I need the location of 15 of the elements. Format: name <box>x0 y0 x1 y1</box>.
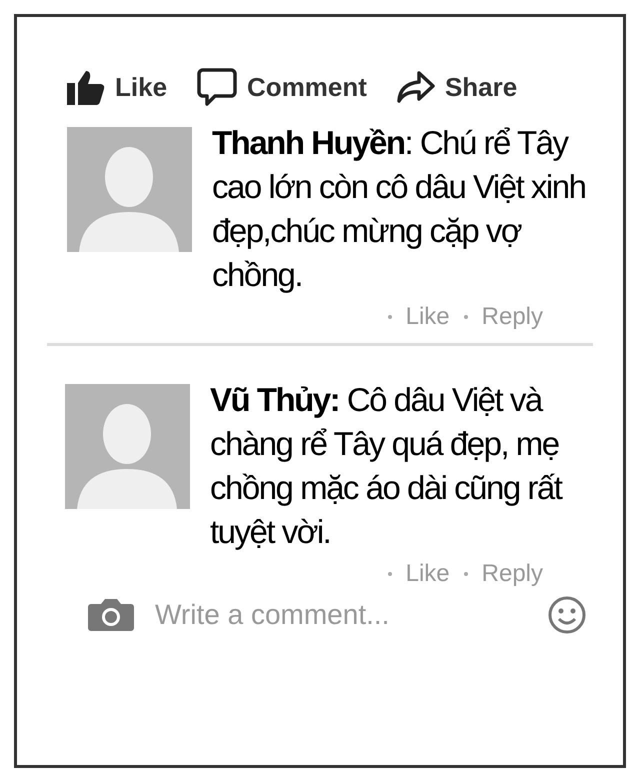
comment-input[interactable]: Write a comment... <box>155 594 527 636</box>
comment-text: Vũ Thủy: Cô dâu Việt và chàng rể Tây quá đẹp, mẹ chồng mặc áo dài cũng rất tuyệt vời. <box>210 380 564 552</box>
comment-action[interactable]: Comment <box>197 68 367 106</box>
share-icon <box>396 70 435 104</box>
like-link[interactable]: Like <box>406 556 450 592</box>
reply-link[interactable]: Reply <box>482 556 543 592</box>
thumbs-up-icon <box>67 69 105 105</box>
camera-icon[interactable] <box>87 598 135 632</box>
share-action[interactable]: Share <box>396 68 518 106</box>
smiley-icon[interactable] <box>547 595 587 635</box>
speech-bubble-icon <box>197 68 238 106</box>
like-link[interactable]: Like <box>406 299 450 335</box>
comment-text: Thanh Huyền: Chú rể Tây cao lớn còn cô dâu Việt xinh đẹp,chúc mừng cặp vợ chồng. <box>212 123 586 295</box>
reply-link[interactable]: Reply <box>482 299 543 335</box>
like-action[interactable]: Like <box>67 68 168 106</box>
